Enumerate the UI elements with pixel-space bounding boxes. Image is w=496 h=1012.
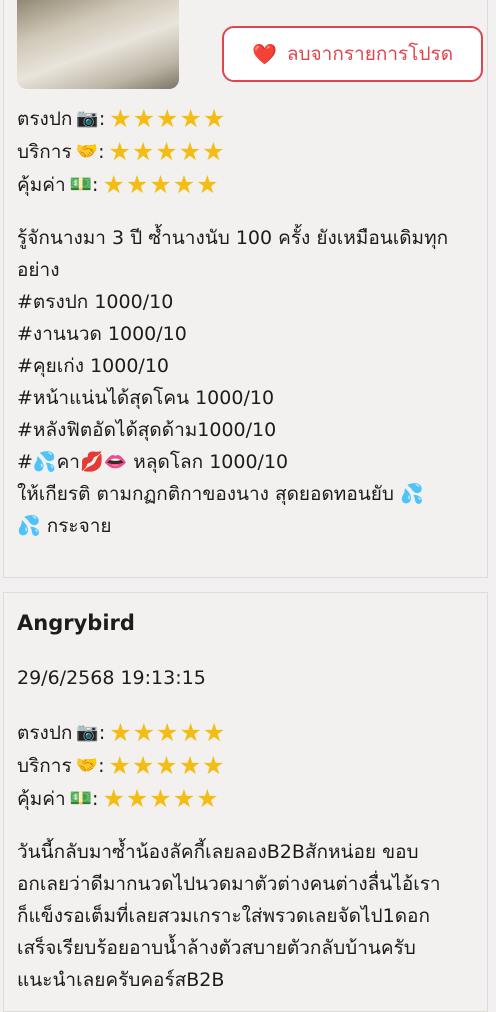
review-line: #หลังฟิตอัดได้สุดด้าม1000/10 (17, 419, 277, 441)
review-text: วันนี้กลับมาซ้ำน้องลัคกี้เลยลองB2Bสักหน่… (17, 836, 475, 996)
review-card: Angrybird 29/6/2568 19:13:15 ตรงปก 📷 : ★… (3, 592, 488, 1012)
rating-label: บริการ (17, 140, 72, 163)
remove-favorite-button[interactable]: ❤️ ลบจากรายการโปรด (222, 26, 483, 82)
rating-list: ตรงปก 📷 : ★★★★★ บริการ 🤝 : ★★★★★ คุ้มค่า… (17, 716, 226, 815)
rating-row: คุ้มค่า 💵 : ★★★★★ (17, 784, 220, 813)
review-line: #💦คา💋👄 หลุดโลก 1000/10 (17, 451, 289, 473)
camera-icon: 📷 (76, 108, 99, 129)
review-line: #คุยเก่ง 1000/10 (17, 355, 170, 377)
star-rating: ★★★★★ (102, 170, 220, 199)
star-rating: ★★★★★ (109, 104, 227, 133)
rating-list: ตรงปก 📷 : ★★★★★ บริการ 🤝 : ★★★★★ คุ้มค่า… (17, 102, 226, 201)
review-line: ให้เกียรติ ตามกฏกติกาของนาง สุดยอดทอนยับ… (17, 483, 424, 505)
camera-icon: 📷 (76, 722, 99, 743)
review-card: ❤️ ลบจากรายการโปรด ตรงปก 📷 : ★★★★★ บริกา… (3, 0, 488, 578)
star-rating: ★★★★★ (108, 751, 226, 780)
rating-row: บริการ 🤝 : ★★★★★ (17, 751, 226, 780)
rating-label: ตรงปก (17, 107, 73, 130)
review-line: ก็แข็งรอเต็มที่เลยสวมเกราะใส่พรวดเลยจัดไ… (17, 905, 430, 927)
profile-photo[interactable] (17, 0, 179, 89)
review-line: อกเลยว่าดีมากนวดไปนวดมาตัวต่างคนต่างลื่น… (17, 873, 441, 895)
rating-label: บริการ (17, 754, 72, 777)
review-line: รู้จักนางมา 3 ปี ซ้ำนางนับ 100 ครั้ง ยัง… (17, 227, 449, 249)
money-icon: 💵 (69, 174, 93, 195)
rating-row: บริการ 🤝 : ★★★★★ (17, 137, 226, 166)
review-line: 💦 กระจาย (17, 515, 112, 537)
star-rating: ★★★★★ (102, 784, 220, 813)
rating-row: ตรงปก 📷 : ★★★★★ (17, 718, 227, 747)
review-line: #หน้าแน่นได้สุดโคน 1000/10 (17, 387, 275, 409)
review-line: อย่าง (17, 259, 60, 281)
rating-label: คุ้มค่า (17, 787, 66, 810)
remove-favorite-label: ลบจากรายการโปรด (286, 43, 454, 65)
review-line: #งานนวด 1000/10 (17, 323, 187, 345)
rating-row: ตรงปก 📷 : ★★★★★ (17, 104, 227, 133)
rating-label: ตรงปก (17, 721, 73, 744)
heart-icon: ❤️ (251, 42, 277, 66)
rating-row: คุ้มค่า 💵 : ★★★★★ (17, 170, 220, 199)
handshake-icon: 🤝 (75, 141, 99, 162)
review-text: รู้จักนางมา 3 ปี ซ้ำนางนับ 100 ครั้ง ยัง… (17, 222, 475, 542)
review-line: #ตรงปก 1000/10 (17, 291, 174, 313)
review-line: เสร็จเรียบร้อยอาบน้ำล้างตัวสบายตัวกลับบ้… (17, 937, 416, 959)
review-date: 29/6/2568 19:13:15 (17, 667, 206, 689)
money-icon: 💵 (69, 788, 93, 809)
author-name[interactable]: Angrybird (17, 611, 135, 635)
rating-label: คุ้มค่า (17, 173, 66, 196)
star-rating: ★★★★★ (109, 718, 227, 747)
review-line: วันนี้กลับมาซ้ำน้องลัคกี้เลยลองB2Bสักหน่… (17, 841, 419, 863)
handshake-icon: 🤝 (75, 755, 99, 776)
review-line: แนะนำเลยครับคอร์สB2B (17, 969, 225, 991)
star-rating: ★★★★★ (108, 137, 226, 166)
